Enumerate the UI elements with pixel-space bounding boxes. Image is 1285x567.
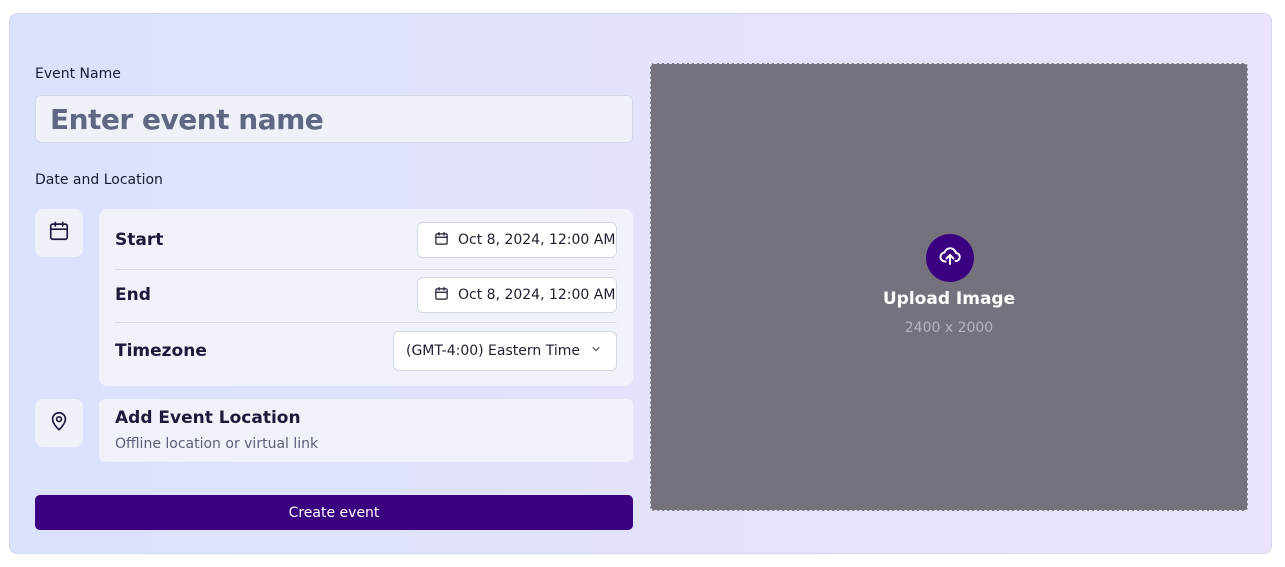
add-location-button[interactable]: Add Event Location Offline location or v… [99,399,633,462]
location-title: Add Event Location [115,408,301,428]
timezone-value: (GMT-4:00) Eastern Time [406,343,580,359]
calendar-icon [48,220,70,246]
start-date-button[interactable]: Oct 8, 2024, 12:00 AM [417,222,617,258]
cloud-upload-icon [938,244,962,272]
end-row: End Oct 8, 2024, 12:00 AM [115,277,617,313]
date-time-panel: Start Oct 8, 2024, 12:00 AM End Oct 8, 2… [99,209,633,386]
start-date-value: Oct 8, 2024, 12:00 AM [458,232,616,248]
timezone-label: Timezone [115,341,207,361]
timezone-select[interactable]: (GMT-4:00) Eastern Time [393,331,617,371]
upload-title: Upload Image [882,289,1016,309]
divider [115,269,617,270]
calendar-icon-box [35,209,83,257]
upload-button[interactable] [926,234,974,282]
event-name-field[interactable] [35,95,633,143]
create-event-card: Event Name Date and Location Start [9,13,1272,554]
calendar-icon [434,286,449,305]
start-label: Start [115,230,164,250]
date-location-label: Date and Location [35,172,163,188]
end-date-value: Oct 8, 2024, 12:00 AM [458,287,616,303]
end-date-button[interactable]: Oct 8, 2024, 12:00 AM [417,277,617,313]
image-upload-dropzone[interactable]: Upload Image 2400 x 2000 [650,63,1248,511]
event-name-input[interactable] [48,101,632,137]
event-name-label: Event Name [35,66,121,82]
calendar-icon [434,231,449,250]
create-event-button[interactable]: Create event [35,495,633,530]
end-label: End [115,285,151,305]
timezone-row: Timezone (GMT-4:00) Eastern Time [115,331,617,371]
divider [115,322,617,323]
upload-dimensions: 2400 x 2000 [904,320,994,336]
chevron-down-icon [590,343,602,359]
map-pin-icon [48,410,70,436]
location-icon-box [35,399,83,447]
start-row: Start Oct 8, 2024, 12:00 AM [115,222,617,258]
location-subtitle: Offline location or virtual link [115,436,319,452]
